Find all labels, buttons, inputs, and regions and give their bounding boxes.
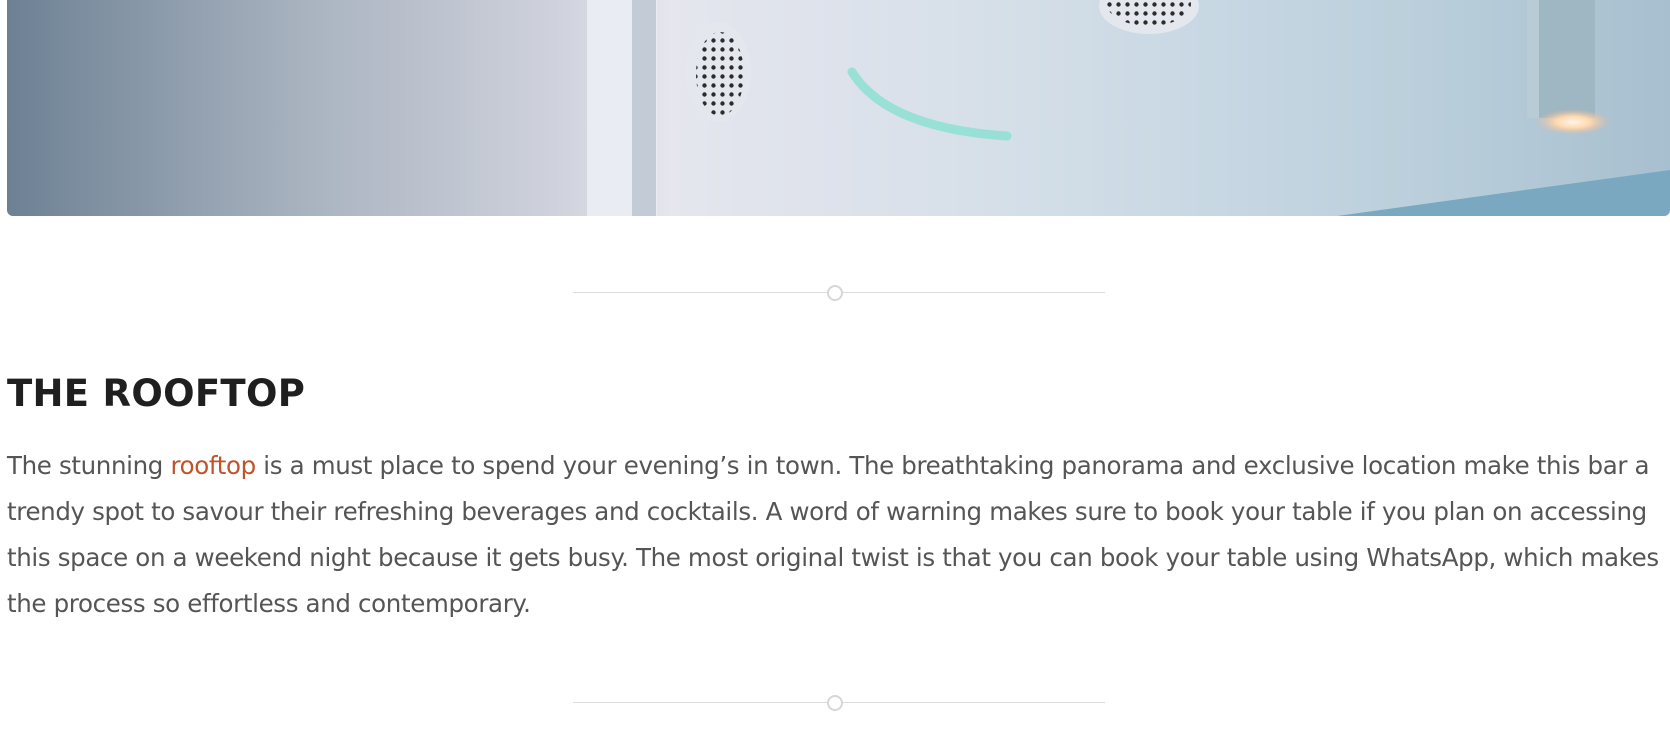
rooftop-link[interactable]: rooftop [170,451,256,480]
paragraph-text-start: The stunning [7,451,171,480]
hero-image [7,0,1670,216]
section-divider-bottom [573,693,1105,713]
section-divider [573,283,1105,303]
section-paragraph: The stunning rooftop is a must place to … [7,443,1665,627]
divider-circle-icon [827,285,843,301]
section-title: THE ROOFTOP [7,372,306,415]
divider-circle-icon [827,695,843,711]
hero-photo-illustration [587,0,1670,216]
page: THE ROOFTOP The stunning rooftop is a mu… [0,0,1670,748]
